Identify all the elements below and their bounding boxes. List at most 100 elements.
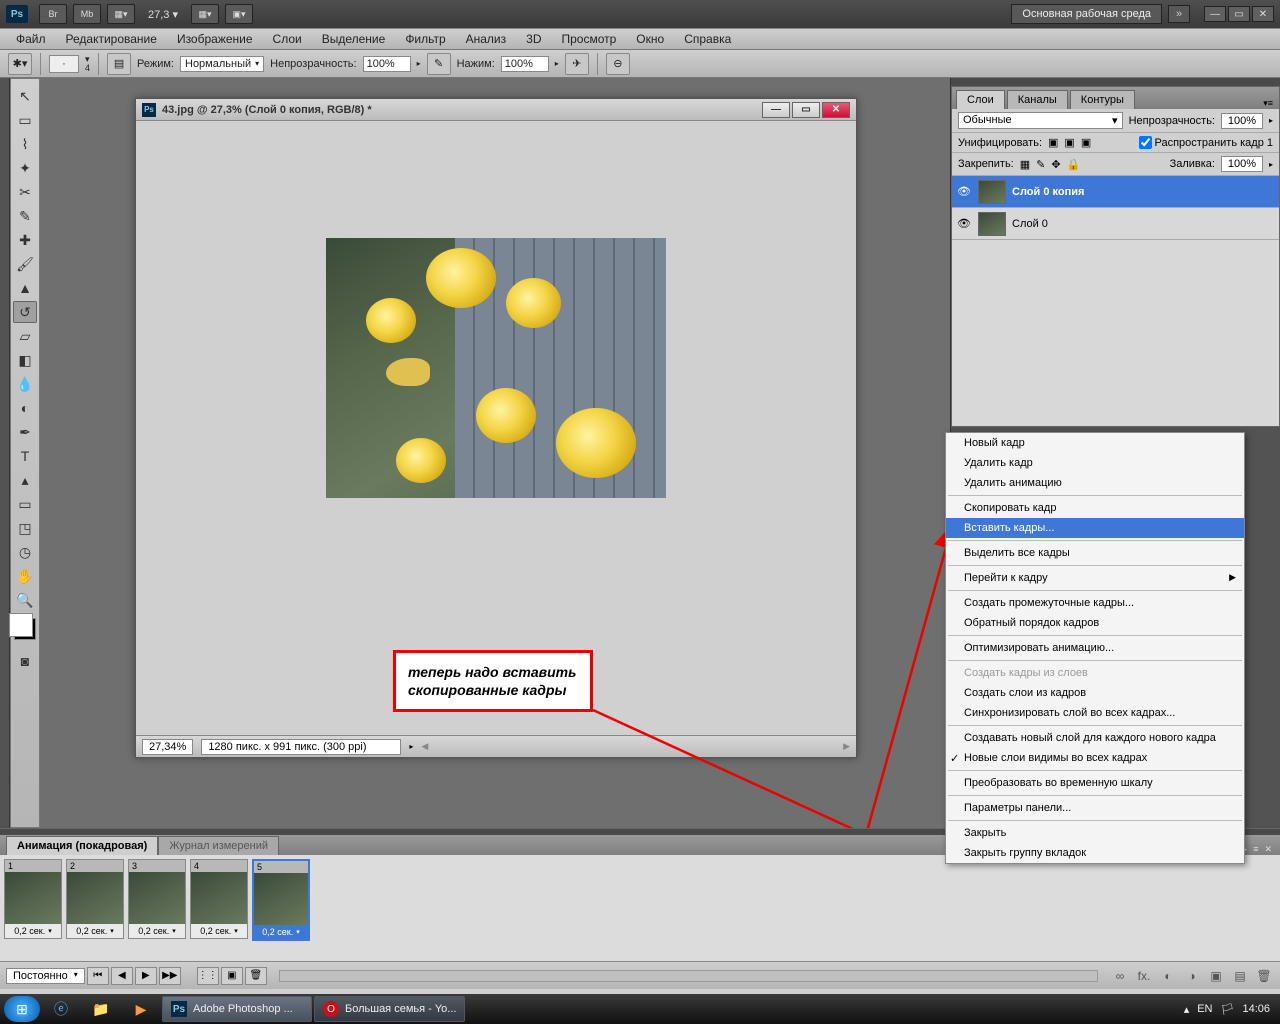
animation-frame[interactable]: 5 0,2 сек.▾ <box>252 859 310 941</box>
lock-all-icon[interactable]: 🔒 <box>1067 158 1081 171</box>
menu-3d[interactable]: 3D <box>518 30 549 48</box>
prev-frame-button[interactable]: ◀ <box>111 967 133 985</box>
taskbar-app-opera[interactable]: O Большая семья - Yo... <box>314 996 465 1022</box>
brush-preview[interactable]: · <box>49 55 79 73</box>
layer-item[interactable]: 👁 Слой 0 копия <box>952 176 1279 208</box>
panel-close-icon[interactable]: ✕ <box>1264 844 1272 855</box>
tray-flag-icon[interactable]: 🏳 <box>1221 1003 1235 1016</box>
gradient-tool-icon[interactable]: ◧ <box>13 349 37 371</box>
new-icon[interactable]: ▤ <box>1230 967 1250 985</box>
frame-delay[interactable]: 0,2 сек.▾ <box>67 924 123 938</box>
crop-tool-icon[interactable]: ✂ <box>13 181 37 203</box>
menu-layer[interactable]: Слои <box>265 30 310 48</box>
fill-input[interactable]: 100% <box>1221 156 1263 172</box>
frame-delay[interactable]: 0,2 сек.▾ <box>191 924 247 938</box>
doc-close-button[interactable]: ✕ <box>822 102 850 118</box>
layer-name[interactable]: Слой 0 <box>1012 218 1048 230</box>
opacity-pressure-icon[interactable]: ✎ <box>427 53 451 75</box>
ctx-sync-layer[interactable]: Синхронизировать слой во всех кадрах... <box>946 703 1244 723</box>
menu-file[interactable]: Файл <box>8 30 54 48</box>
language-indicator[interactable]: EN <box>1197 1003 1212 1015</box>
ctx-convert-timeline[interactable]: Преобразовать во временную шкалу <box>946 773 1244 793</box>
frame-delay[interactable]: 0,2 сек.▾ <box>129 924 185 938</box>
app-maximize-button[interactable]: ▭ <box>1228 6 1250 22</box>
opacity-arrow-icon[interactable]: ▸ <box>417 59 421 68</box>
menu-filter[interactable]: Фильтр <box>397 30 453 48</box>
animation-frame[interactable]: 3 0,2 сек.▾ <box>128 859 186 939</box>
ctx-close[interactable]: Закрыть <box>946 823 1244 843</box>
ctx-new-layer-each-frame[interactable]: Создавать новый слой для каждого нового … <box>946 728 1244 748</box>
delete-frame-button[interactable]: 🗑 <box>245 967 267 985</box>
eyedropper-tool-icon[interactable]: ✎ <box>13 205 37 227</box>
app-minimize-button[interactable]: — <box>1204 6 1226 22</box>
move-tool-icon[interactable]: ↖ <box>13 85 37 107</box>
unify-style-icon[interactable]: ▣ <box>1081 136 1091 149</box>
scrollbar-horizontal[interactable] <box>279 970 1098 982</box>
ctx-new-layers-visible[interactable]: ✓Новые слои видимы во всех кадрах <box>946 748 1244 768</box>
ie-icon[interactable]: ⓔ <box>42 996 80 1022</box>
new-frame-button[interactable]: ▣ <box>221 967 243 985</box>
type-tool-icon[interactable]: T <box>13 445 37 467</box>
adjustment-icon[interactable]: ◑ <box>1182 967 1202 985</box>
layer-thumbnail[interactable] <box>978 180 1006 204</box>
doc-minimize-button[interactable]: — <box>762 102 790 118</box>
document-canvas[interactable] <box>136 121 856 735</box>
scrollbar-left-icon[interactable]: ◀ <box>421 741 428 752</box>
ctx-copy-frame[interactable]: Скопировать кадр <box>946 498 1244 518</box>
visibility-eye-icon[interactable]: 👁 <box>956 185 972 199</box>
animation-frame[interactable]: 2 0,2 сек.▾ <box>66 859 124 939</box>
lock-pixels-icon[interactable]: ✎ <box>1036 158 1045 171</box>
mask-icon[interactable]: ◐ <box>1158 967 1178 985</box>
opacity-slider-icon[interactable]: ▸ <box>1269 116 1273 125</box>
taskbar-app-photoshop[interactable]: Ps Adobe Photoshop ... <box>162 996 312 1022</box>
link-icon[interactable]: ∞ <box>1110 967 1130 985</box>
ctx-delete-animation[interactable]: Удалить анимацию <box>946 473 1244 493</box>
blend-mode-dropdown[interactable]: Обычные▾ <box>958 112 1123 129</box>
tween-button[interactable]: ⋮⋮ <box>197 967 219 985</box>
group-icon[interactable]: ▣ <box>1206 967 1226 985</box>
workspace-more-icon[interactable]: » <box>1168 5 1190 23</box>
ctx-paste-frames[interactable]: Вставить кадры... <box>946 518 1244 538</box>
play-button[interactable]: ▶ <box>135 967 157 985</box>
animation-frame[interactable]: 1 0,2 сек.▾ <box>4 859 62 939</box>
lasso-tool-icon[interactable]: ⌇ <box>13 133 37 155</box>
app-close-button[interactable]: ✕ <box>1252 6 1274 22</box>
arrange-documents-icon[interactable]: ▦▾ <box>191 4 219 24</box>
panel-menu-icon[interactable]: ▾≡ <box>1257 98 1279 109</box>
panel-grip[interactable] <box>951 78 1280 86</box>
layer-item[interactable]: 👁 Слой 0 <box>952 208 1279 240</box>
current-tool-icon[interactable]: ✱▾ <box>8 53 32 75</box>
screen-mode-icon[interactable]: ▣▾ <box>225 4 253 24</box>
start-button-icon[interactable]: ⊞ <box>4 996 40 1022</box>
tablet-pressure-icon[interactable]: ⊖ <box>606 53 630 75</box>
lock-position-icon[interactable]: ✥ <box>1051 158 1060 171</box>
unify-position-icon[interactable]: ▣ <box>1048 136 1058 149</box>
tab-channels[interactable]: Каналы <box>1007 90 1068 109</box>
ctx-goto-frame[interactable]: Перейти к кадру <box>946 568 1244 588</box>
visibility-eye-icon[interactable]: 👁 <box>956 217 972 231</box>
healing-tool-icon[interactable]: ✚ <box>13 229 37 251</box>
next-frame-button[interactable]: ▶▶ <box>159 967 181 985</box>
hand-tool-icon[interactable]: ✋ <box>13 565 37 587</box>
propagate-frame-checkbox[interactable] <box>1139 136 1152 149</box>
zoom-tool-icon[interactable]: 🔍 <box>13 589 37 611</box>
unify-visibility-icon[interactable]: ▣ <box>1064 136 1074 149</box>
stamp-tool-icon[interactable]: ▲ <box>13 277 37 299</box>
path-select-tool-icon[interactable]: ▴ <box>13 469 37 491</box>
quickmask-icon[interactable]: ◙ <box>13 650 37 672</box>
panel-menu-icon[interactable]: ≡ <box>1253 844 1258 855</box>
3d-camera-tool-icon[interactable]: ◷ <box>13 541 37 563</box>
loop-dropdown[interactable]: Постоянно▾ <box>6 968 85 984</box>
menu-edit[interactable]: Редактирование <box>58 30 165 48</box>
layer-thumbnail[interactable] <box>978 212 1006 236</box>
fx-icon[interactable]: fx. <box>1134 967 1154 985</box>
ctx-panel-options[interactable]: Параметры панели... <box>946 798 1244 818</box>
document-titlebar[interactable]: Ps 43.jpg @ 27,3% (Слой 0 копия, RGB/8) … <box>136 99 856 121</box>
brush-panel-toggle-icon[interactable]: ▤ <box>107 53 131 75</box>
flow-arrow-icon[interactable]: ▸ <box>555 59 559 68</box>
wand-tool-icon[interactable]: ✦ <box>13 157 37 179</box>
animation-frame[interactable]: 4 0,2 сек.▾ <box>190 859 248 939</box>
status-info[interactable]: 1280 пикс. x 991 пикс. (300 ppi) <box>201 739 401 755</box>
menu-window[interactable]: Окно <box>628 30 672 48</box>
frame-delay[interactable]: 0,2 сек.▾ <box>5 924 61 938</box>
